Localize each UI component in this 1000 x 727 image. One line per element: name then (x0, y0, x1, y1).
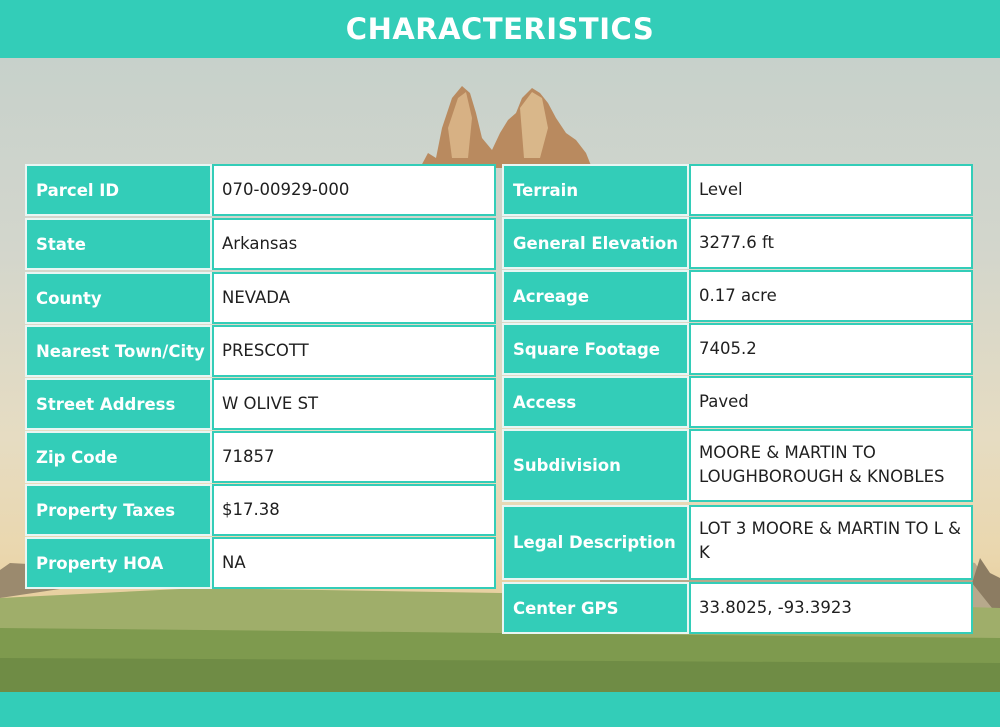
header-bar: CHARACTERISTICS (0, 0, 1000, 58)
left-label: State (25, 218, 212, 270)
left-value: 070-00929-000 (212, 164, 496, 216)
left-row: Street Address W OLIVE ST (25, 378, 496, 430)
left-value: $17.38 (212, 484, 496, 536)
left-row: Property HOA NA (25, 537, 496, 589)
right-row: Terrain Level (502, 164, 973, 216)
left-label: County (25, 272, 212, 324)
right-value: 0.17 acre (689, 270, 973, 322)
right-label: Access (502, 376, 689, 428)
right-label: Square Footage (502, 323, 689, 375)
right-value: MOORE & MARTIN TO LOUGHBOROUGH & KNOBLES (689, 429, 973, 502)
left-row: Nearest Town/City PRESCOTT (25, 325, 496, 377)
right-value: Paved (689, 376, 973, 428)
left-row: State Arkansas (25, 218, 496, 270)
left-row: Zip Code 71857 (25, 431, 496, 483)
left-value: 71857 (212, 431, 496, 483)
right-row: Acreage 0.17 acre (502, 270, 973, 322)
left-label: Zip Code (25, 431, 212, 483)
right-value: LOT 3 MOORE & MARTIN TO L & K (689, 505, 973, 580)
right-value: 7405.2 (689, 323, 973, 375)
left-label: Parcel ID (25, 164, 212, 216)
left-value: NEVADA (212, 272, 496, 324)
left-label: Street Address (25, 378, 212, 430)
left-row: County NEVADA (25, 272, 496, 324)
left-row: Property Taxes $17.38 (25, 484, 496, 536)
right-row: General Elevation 3277.6 ft (502, 217, 973, 269)
right-row: Center GPS 33.8025, -93.3923 (502, 582, 973, 634)
left-label: Property HOA (25, 537, 212, 589)
right-label: General Elevation (502, 217, 689, 269)
left-row: Parcel ID 070-00929-000 (25, 164, 496, 216)
footer-bar (0, 692, 1000, 727)
right-value: Level (689, 164, 973, 216)
right-label: Center GPS (502, 582, 689, 634)
left-value: NA (212, 537, 496, 589)
left-label: Property Taxes (25, 484, 212, 536)
right-label: Subdivision (502, 429, 689, 502)
right-label: Terrain (502, 164, 689, 216)
right-row: Square Footage 7405.2 (502, 323, 973, 375)
page-title: CHARACTERISTICS (345, 12, 655, 46)
left-label: Nearest Town/City (25, 325, 212, 377)
left-value: Arkansas (212, 218, 496, 270)
right-label: Acreage (502, 270, 689, 322)
left-value: W OLIVE ST (212, 378, 496, 430)
right-value: 33.8025, -93.3923 (689, 582, 973, 634)
right-value: 3277.6 ft (689, 217, 973, 269)
right-row: Legal Description LOT 3 MOORE & MARTIN TO… (502, 505, 973, 580)
right-row: Subdivision MOORE & MARTIN TO LOUGHBOROUG… (502, 429, 973, 502)
right-label: Legal Description (502, 505, 689, 580)
left-value: PRESCOTT (212, 325, 496, 377)
right-row: Access Paved (502, 376, 973, 428)
